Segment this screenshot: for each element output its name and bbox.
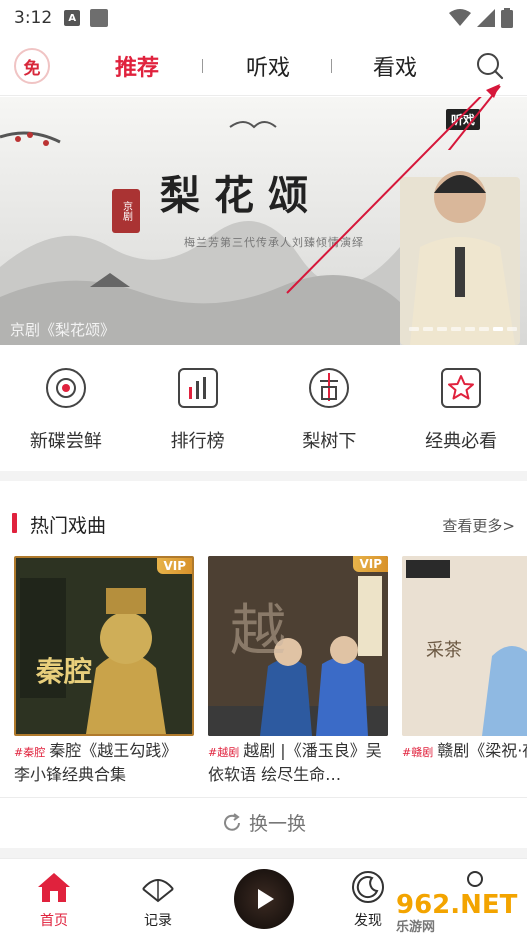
refresh-label: 换一换 — [248, 813, 306, 835]
cover-art — [16, 558, 192, 734]
play-icon — [258, 889, 274, 909]
cover-title: 秦腔 — [36, 655, 93, 688]
opera-cover: 采茶 — [402, 556, 527, 736]
carousel-dot[interactable] — [409, 327, 419, 331]
opera-cover: VIP 秦腔 — [14, 556, 194, 736]
chart-icon — [177, 368, 218, 408]
banner-subtitle: 梅兰芳第三代传承人刘臻倾情演绎 — [184, 236, 364, 249]
quick-item-new-disc[interactable]: 新碟尝鲜 — [0, 345, 132, 471]
carousel-dot[interactable] — [451, 327, 461, 331]
quick-menu: 新碟尝鲜 排行榜 梨树下 经典必看 — [0, 345, 527, 471]
section-divider — [0, 848, 527, 858]
tab-divider — [331, 59, 332, 73]
home-icon — [38, 873, 70, 902]
nav-home[interactable]: 首页 — [14, 859, 94, 938]
opera-card[interactable]: VIP 秦腔 #秦腔 秦腔《越王勾践》 李小锋经典合集 — [14, 556, 194, 784]
banner-title: 梨花颂 — [160, 172, 322, 219]
status-icons — [449, 8, 513, 28]
carousel-dot[interactable] — [479, 327, 489, 331]
opera-tag: #秦腔 — [14, 746, 46, 759]
tab-divider — [202, 59, 203, 73]
quick-item-label: 梨树下 — [302, 431, 357, 452]
nav-label: 记录 — [144, 913, 172, 929]
opera-cover: VIP 越 — [208, 556, 388, 736]
status-time: 3:12 — [14, 8, 53, 28]
section-divider — [0, 471, 527, 481]
nav-record[interactable]: 记录 — [118, 859, 198, 938]
quick-item-pear-tree[interactable]: 梨树下 — [264, 345, 396, 471]
quick-item-label: 新碟尝鲜 — [29, 431, 102, 452]
tab-listen[interactable]: 听戏 — [246, 50, 290, 82]
keyboard-notification-icon: A — [64, 10, 81, 26]
top-nav: 免 推荐 听戏 看戏 — [0, 36, 527, 96]
opera-tag: #赣剧 — [402, 746, 434, 759]
quick-item-classics[interactable]: 经典必看 — [395, 345, 527, 471]
vip-badge: VIP — [353, 556, 388, 572]
tab-recommend[interactable]: 推荐 — [115, 50, 159, 82]
quick-item-ranking[interactable]: 排行榜 — [132, 345, 264, 471]
disc-icon — [45, 368, 86, 408]
search-icon[interactable] — [474, 50, 506, 82]
wifi-icon — [449, 9, 471, 26]
quick-item-label: 排行榜 — [170, 431, 225, 452]
vip-badge: VIP — [157, 558, 192, 574]
notification-icon — [90, 9, 109, 27]
battery-icon — [501, 8, 513, 28]
refresh-button[interactable]: 换一换 — [0, 797, 527, 847]
banner-carousel[interactable]: 京剧 听戏 梨花颂 梅兰芳第三代传承人刘臻倾情演绎 京剧《梨花颂》 — [0, 97, 527, 345]
site-watermark: 962.NET 乐游网 — [396, 890, 517, 935]
carousel-dot[interactable] — [423, 327, 433, 331]
see-more-link[interactable]: 查看更多> — [442, 515, 515, 536]
hot-opera-list: VIP 秦腔 #秦腔 秦腔《越王勾践》 李小锋经典合集 VIP 越 #越剧 越剧 |… — [14, 556, 527, 786]
discover-icon — [352, 871, 384, 903]
carousel-indicators — [409, 327, 517, 331]
hot-section-header: 热门戏曲 查看更多> — [0, 505, 527, 541]
banner-caption: 京剧《梨花颂》 — [10, 321, 116, 339]
carousel-dot[interactable] — [465, 327, 475, 331]
opera-card[interactable]: VIP 越 #越剧 越剧 |《潘玉良》吴依软语 绘尽生命… — [208, 556, 388, 784]
banner-brand-logo: 听戏 — [446, 109, 481, 130]
star-icon — [441, 368, 482, 408]
section-title: 热门戏曲 — [30, 515, 107, 537]
cover-art — [402, 556, 527, 736]
opera-card-text: #秦腔 秦腔《越王勾践》 李小锋经典合集 — [14, 740, 194, 784]
tab-watch[interactable]: 看戏 — [373, 50, 417, 82]
landscape-illustration — [0, 97, 527, 345]
carousel-dot[interactable] — [507, 327, 517, 331]
quick-item-label: 经典必看 — [425, 431, 498, 452]
opera-stamp: 京剧 — [112, 189, 140, 233]
now-playing-button[interactable] — [234, 869, 294, 929]
opera-title: 赣剧《梁祝·夜读》 — [437, 741, 527, 760]
status-bar: 3:12 A — [0, 0, 527, 36]
cover-title: 越 — [230, 599, 286, 664]
refresh-icon — [224, 812, 240, 831]
cover-title: 采茶 — [426, 640, 462, 661]
tree-icon — [309, 368, 350, 408]
opera-tag: #越剧 — [208, 746, 240, 759]
opera-card-text: #赣剧赣剧《梁祝·夜读》 — [402, 740, 527, 784]
signal-icon — [477, 9, 495, 27]
carousel-dot[interactable] — [493, 327, 503, 331]
section-accent-bar — [12, 513, 17, 533]
opera-card[interactable]: 采茶 #赣剧赣剧《梁祝·夜读》 — [402, 556, 527, 784]
record-icon — [142, 879, 174, 903]
nav-label: 首页 — [40, 913, 68, 929]
carousel-dot[interactable] — [437, 327, 447, 331]
opera-card-text: #越剧 越剧 |《潘玉良》吴依软语 绘尽生命… — [208, 740, 388, 784]
free-badge[interactable]: 免 — [14, 48, 50, 84]
